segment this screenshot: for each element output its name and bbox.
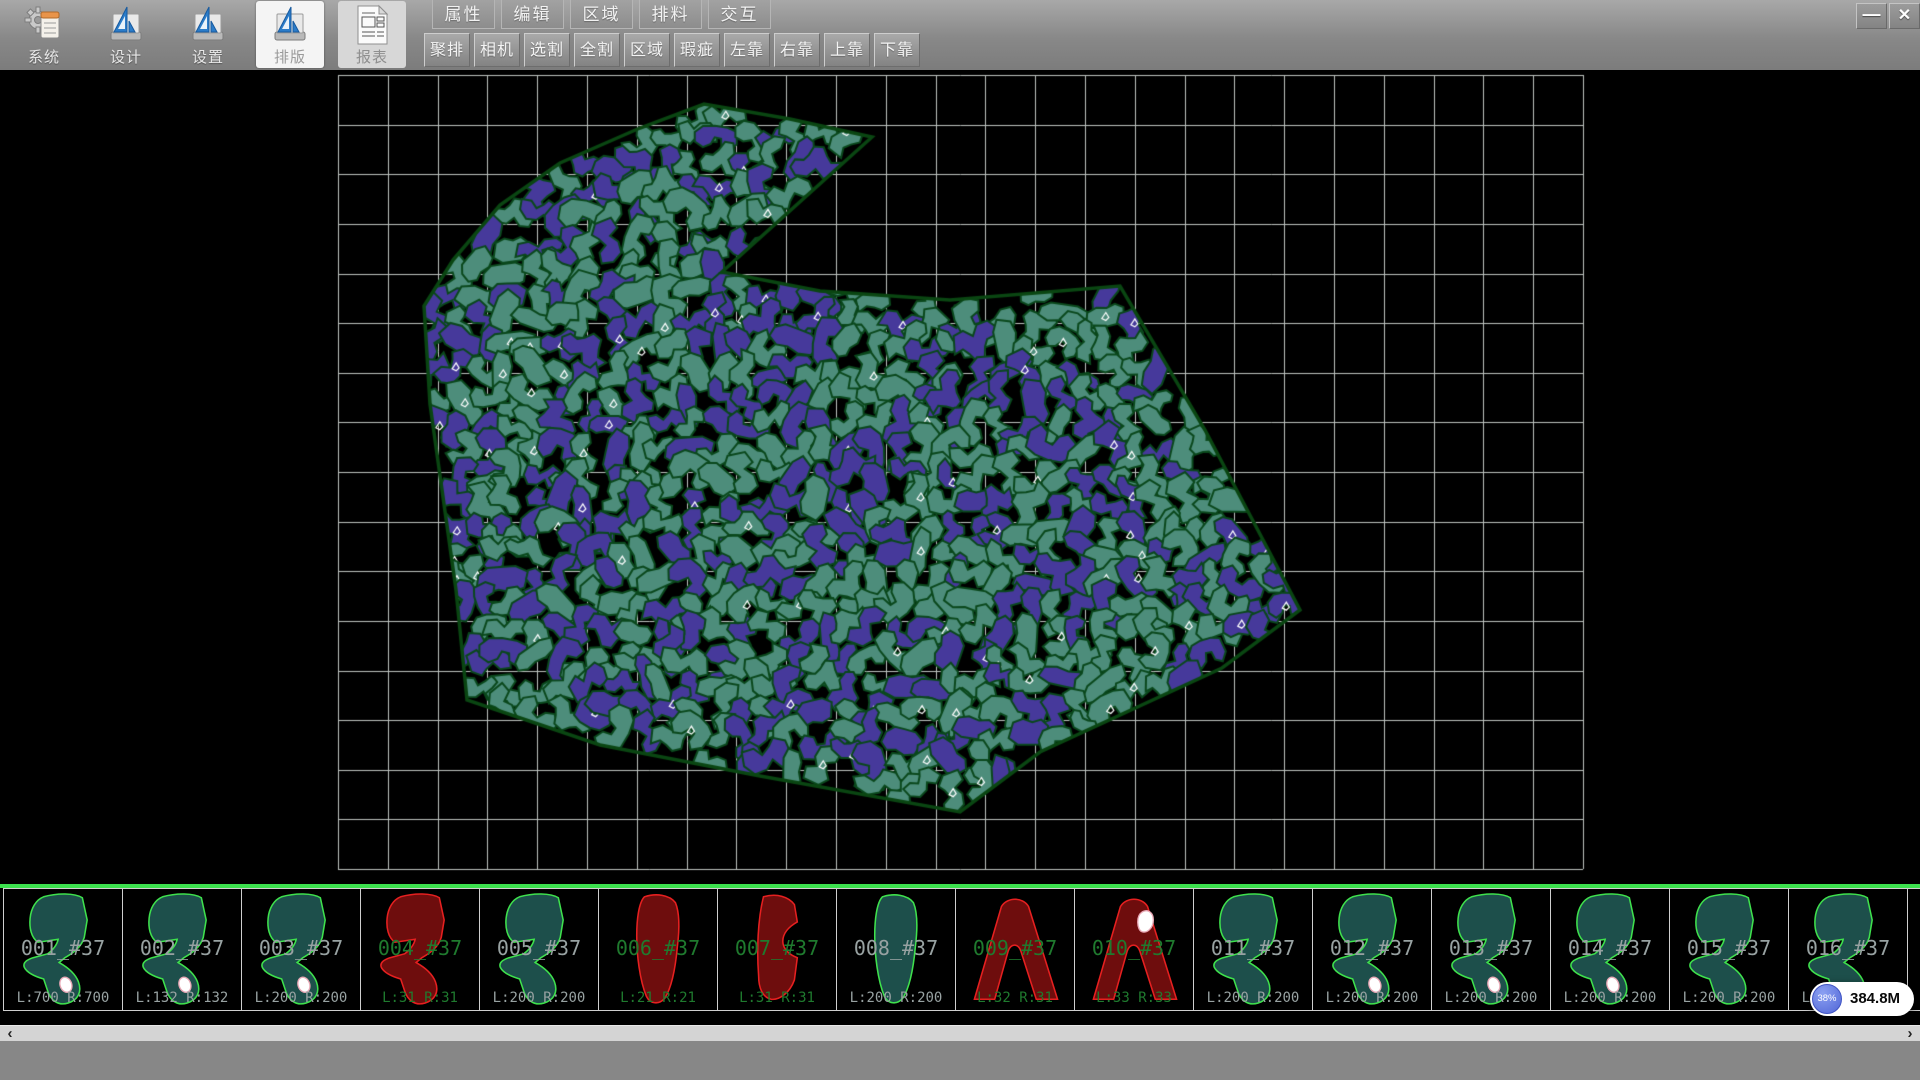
piece-thumbnail-001_#37[interactable]: 001_#37 L:700 R:700 xyxy=(3,888,123,1011)
tool-cluster-nest[interactable]: 聚排 xyxy=(424,33,470,67)
piece-thumbnail-003_#37[interactable]: 003_#37 L:200 R:200 xyxy=(242,888,361,1011)
piece-thumbnail-009_#37[interactable]: 009_#37 L:32 R:31 xyxy=(956,888,1075,1011)
piece-number-label: 008_#37 xyxy=(837,936,955,960)
tool-select-cut[interactable]: 选割 xyxy=(524,33,570,67)
tool-defect[interactable]: 瑕疵 xyxy=(674,33,720,67)
piece-number-label: 010_#37 xyxy=(1075,936,1193,960)
piece-lr-count-label: L:700 R:700 xyxy=(4,990,122,1006)
piece-number-label: 016_#37 xyxy=(1789,936,1907,960)
piece-lr-count-label: L:200 R:200 xyxy=(837,990,955,1006)
piece-thumbnail-010_#37[interactable]: 010_#37 L:33 R:33 xyxy=(1075,888,1194,1011)
menu-tab-interact[interactable]: 交互 xyxy=(708,0,771,29)
app-button-nesting-label: 排版 xyxy=(256,46,324,67)
piece-number-label: 003_#37 xyxy=(242,936,360,960)
bottom-status-area xyxy=(0,1041,1920,1080)
piece-number-label: 004_#37 xyxy=(361,936,479,960)
piece-number-label: 011_#37 xyxy=(1194,936,1312,960)
progress-percent-badge: 38% xyxy=(1812,984,1842,1014)
piece-thumbnail-strip: 001_#37L:700 R:700002_#37L:132 R:132003_… xyxy=(0,884,1920,1012)
piece-number-label: 015_#37 xyxy=(1670,936,1788,960)
minimize-button[interactable]: — xyxy=(1856,3,1887,29)
piece-lr-count-label: L:200 R:200 xyxy=(1670,990,1788,1006)
piece-number-label: 005_#37 xyxy=(480,936,598,960)
piece-thumbnail-006_#37[interactable]: 006_#37 L:21 R:21 xyxy=(599,888,718,1011)
piece-thumbnail-004_#37[interactable]: 004_#37 L:31 R:31 xyxy=(361,888,480,1011)
app-button-settings[interactable]: 设置 xyxy=(174,1,242,68)
main-toolbar: 系统设计设置排版报表 属性编辑区域排料交互 聚排相机选割全割区域瑕疵左靠右靠上靠… xyxy=(0,0,1920,71)
set-square-icon xyxy=(269,4,311,46)
piece-lr-count-label: L:200 R:200 xyxy=(480,990,598,1006)
piece-thumbnail-013_#37[interactable]: 013_#37 L:200 R:200 xyxy=(1432,888,1551,1011)
piece-lr-count-label: L:21 R:21 xyxy=(599,990,717,1006)
tool-align-left[interactable]: 左靠 xyxy=(724,33,770,67)
set-square-icon xyxy=(187,4,229,46)
tool-cut-all[interactable]: 全割 xyxy=(574,33,620,67)
menu-tab-nesting[interactable]: 排料 xyxy=(639,0,702,29)
piece-lr-count-label: L:200 R:200 xyxy=(1194,990,1312,1006)
piece-number-label: 006_#37 xyxy=(599,936,717,960)
menu-tab-properties[interactable]: 属性 xyxy=(432,0,495,29)
app-button-report-label: 报表 xyxy=(338,46,406,67)
system-gear-icon xyxy=(23,4,65,46)
horizontal-scrollbar[interactable]: ‹ › xyxy=(0,1025,1920,1041)
piece-thumbnail-008_#37[interactable]: 008_#37 L:200 R:200 xyxy=(837,888,956,1011)
app-button-design[interactable]: 设计 xyxy=(92,1,160,68)
piece-lr-count-label: L:200 R:200 xyxy=(1313,990,1431,1006)
set-square-icon xyxy=(105,4,147,46)
piece-lr-count-label: L:200 R:200 xyxy=(1551,990,1669,1006)
nesting-canvas[interactable] xyxy=(0,70,1920,884)
piece-lr-count-label: L:31 R:31 xyxy=(361,990,479,1006)
piece-thumbnail-012_#37[interactable]: 012_#37 L:200 R:200 xyxy=(1313,888,1432,1011)
application-window: 系统设计设置排版报表 属性编辑区域排料交互 聚排相机选割全割区域瑕疵左靠右靠上靠… xyxy=(0,0,1920,1080)
piece-number-label: 001_#37 xyxy=(4,936,122,960)
piece-lr-count-label: L:32 R:31 xyxy=(956,990,1074,1006)
piece-thumbnail-list: 001_#37L:700 R:700002_#37L:132 R:132003_… xyxy=(3,888,1920,1011)
tool-align-right[interactable]: 右靠 xyxy=(774,33,820,67)
piece-number-label: 002_#37 xyxy=(123,936,241,960)
scroll-left-icon[interactable]: ‹ xyxy=(2,1026,18,1042)
piece-thumbnail-015_#37[interactable]: 015_#37 L:200 R:200 xyxy=(1670,888,1789,1011)
piece-thumbnail-014_#37[interactable]: 014_#37 L:200 R:200 xyxy=(1551,888,1670,1011)
piece-number-label: 017_#37 xyxy=(1908,936,1920,960)
piece-number-label: 012_#37 xyxy=(1313,936,1431,960)
strip-bottom-gap xyxy=(0,1012,1920,1025)
piece-lr-count-label: L:200 R:200 xyxy=(242,990,360,1006)
piece-lr-count-label: L:31 R:31 xyxy=(718,990,836,1006)
piece-number-label: 013_#37 xyxy=(1432,936,1550,960)
report-icon xyxy=(351,4,393,46)
close-icon: ✕ xyxy=(1898,7,1911,24)
piece-lr-count-label: L:33 R:33 xyxy=(1075,990,1193,1006)
app-button-design-label: 设计 xyxy=(92,46,160,67)
status-badge: 38% 384.8M xyxy=(1810,982,1914,1016)
piece-thumbnail-007_#37[interactable]: 007_#37 L:31 R:31 xyxy=(718,888,837,1011)
app-button-settings-label: 设置 xyxy=(174,46,242,67)
app-button-system[interactable]: 系统 xyxy=(10,1,78,68)
piece-lr-count-label: L:200 R:200 xyxy=(1432,990,1550,1006)
piece-thumbnail-002_#37[interactable]: 002_#37 L:132 R:132 xyxy=(123,888,242,1011)
app-button-system-label: 系统 xyxy=(10,46,78,67)
tool-camera[interactable]: 相机 xyxy=(474,33,520,67)
scroll-right-icon[interactable]: › xyxy=(1902,1026,1918,1042)
piece-lr-count-label: L:132 R:132 xyxy=(123,990,241,1006)
tool-region[interactable]: 区域 xyxy=(624,33,670,67)
piece-number-label: 007_#37 xyxy=(718,936,836,960)
menu-tab-region[interactable]: 区域 xyxy=(570,0,633,29)
piece-thumbnail-011_#37[interactable]: 011_#37 L:200 R:200 xyxy=(1194,888,1313,1011)
memory-usage-value: 384.8M xyxy=(1850,990,1900,1007)
app-button-nesting[interactable]: 排版 xyxy=(256,1,324,68)
piece-number-label: 014_#37 xyxy=(1551,936,1669,960)
menu-tab-edit[interactable]: 编辑 xyxy=(501,0,564,29)
piece-thumbnail-005_#37[interactable]: 005_#37 L:200 R:200 xyxy=(480,888,599,1011)
close-button[interactable]: ✕ xyxy=(1889,3,1920,29)
minimize-icon: — xyxy=(1863,4,1881,24)
tool-align-bottom[interactable]: 下靠 xyxy=(874,33,920,67)
piece-number-label: 009_#37 xyxy=(956,936,1074,960)
app-button-report[interactable]: 报表 xyxy=(338,1,406,68)
tool-align-top[interactable]: 上靠 xyxy=(824,33,870,67)
